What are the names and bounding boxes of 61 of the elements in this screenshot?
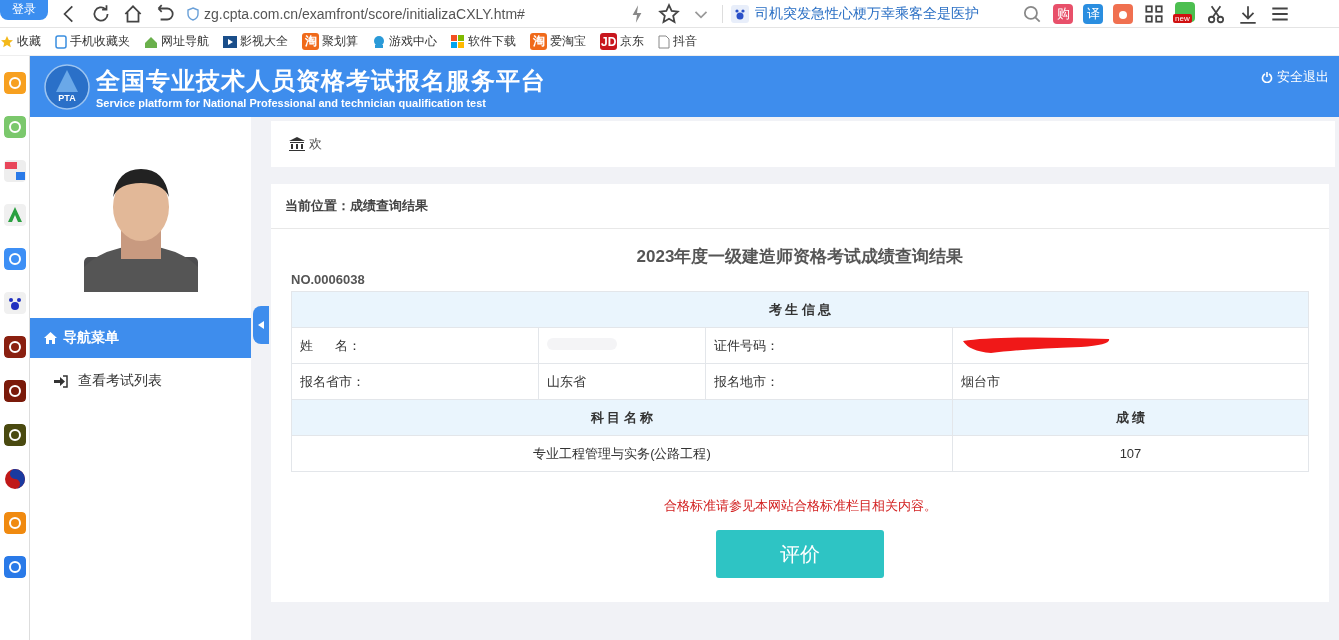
bank-icon bbox=[289, 137, 305, 151]
bookmark-item[interactable]: 抖音 bbox=[658, 33, 698, 50]
power-icon bbox=[1261, 71, 1273, 83]
notice-text: 合格标准请参见本网站合格标准栏目相关内容。 bbox=[662, 497, 938, 515]
bookmark-item[interactable]: 网址导航 bbox=[144, 33, 209, 50]
table-cell: 报名省市： bbox=[291, 363, 539, 400]
table-cell: 107 bbox=[952, 435, 1309, 472]
pdf-icon[interactable] bbox=[3, 160, 26, 182]
site-subtitle: Service platform for National Professional and technician qualification test bbox=[96, 96, 487, 109]
collapse-tab[interactable] bbox=[253, 306, 269, 344]
paw-icon bbox=[731, 4, 749, 23]
new-badge: new bbox=[1173, 13, 1192, 23]
shopping-icon[interactable]: 购 bbox=[1053, 3, 1073, 24]
logo-icon: 淘 bbox=[530, 33, 547, 50]
letter-a-icon[interactable] bbox=[3, 204, 26, 226]
page-icon bbox=[658, 34, 671, 49]
search-field[interactable]: 司机突发急性心梗万幸乘客全是医护 bbox=[722, 4, 1011, 23]
app-icon[interactable] bbox=[3, 380, 26, 402]
house-icon bbox=[144, 34, 158, 49]
star-icon bbox=[0, 34, 14, 49]
site-title: 全国专业技术人员资格考试报名服务平台 bbox=[96, 65, 546, 96]
table-cell: 专业工程管理与实务(公路工程) bbox=[291, 435, 953, 472]
paw-icon[interactable] bbox=[3, 292, 26, 314]
certificate-number: NO.0006038 bbox=[291, 272, 366, 287]
welcome-text: 欢 bbox=[309, 135, 322, 153]
app-icon[interactable] bbox=[3, 424, 26, 446]
bookmark-item[interactable]: 淘 聚划算 bbox=[302, 33, 358, 50]
bookmark-item[interactable]: 影视大全 bbox=[223, 33, 288, 50]
breadcrumb: 当前位置：成绩查询结果 bbox=[271, 184, 1329, 229]
address-bar[interactable]: zg.cpta.com.cn/examfront/score/initializaCXLY.htm# bbox=[186, 5, 616, 22]
caret-left-icon bbox=[258, 321, 264, 329]
table-cell: 山东省 bbox=[538, 363, 706, 400]
table-cell: 报名地市： bbox=[705, 363, 953, 400]
bookmark-item[interactable]: 收藏 bbox=[0, 33, 41, 50]
table-header: 成 绩 bbox=[952, 399, 1309, 436]
bookmark-item[interactable]: 手机收藏夹 bbox=[55, 33, 130, 50]
app-icon[interactable] bbox=[3, 336, 26, 358]
table-header: 科 目 名 称 bbox=[291, 399, 953, 436]
logo-icon: JD bbox=[600, 33, 618, 50]
sidebar-item[interactable]: 查看考试列表 bbox=[30, 358, 162, 390]
table-header: 考 生 信 息 bbox=[291, 291, 1309, 328]
ball-icon[interactable] bbox=[3, 468, 26, 490]
table-cell: 烟台市 bbox=[952, 363, 1309, 400]
logo-icon: PTA bbox=[44, 63, 90, 110]
grid-icon[interactable] bbox=[1143, 2, 1165, 25]
logo-icon: 淘 bbox=[302, 33, 319, 50]
shield-icon bbox=[186, 6, 200, 21]
home-icon bbox=[44, 332, 57, 344]
bookmark-item[interactable]: JD 京东 bbox=[600, 33, 645, 50]
bookmark-item[interactable]: 淘 爱淘宝 bbox=[530, 33, 586, 50]
result-title: 2023年度一级建造师资格考试成绩查询结果 bbox=[635, 246, 965, 268]
bookmark-item[interactable]: 游戏中心 bbox=[372, 33, 437, 50]
windows-icon bbox=[451, 34, 465, 49]
phone-icon bbox=[55, 34, 67, 49]
sign-in-icon bbox=[54, 374, 68, 388]
table-cell: 证件号码： bbox=[705, 327, 953, 364]
star-icon[interactable] bbox=[658, 2, 680, 25]
table-cell: 姓 名： bbox=[291, 327, 539, 364]
film-icon bbox=[223, 34, 237, 49]
nav-menu-header: 导航菜单 bbox=[30, 318, 251, 358]
bookmark-item[interactable]: 软件下载 bbox=[451, 33, 516, 50]
